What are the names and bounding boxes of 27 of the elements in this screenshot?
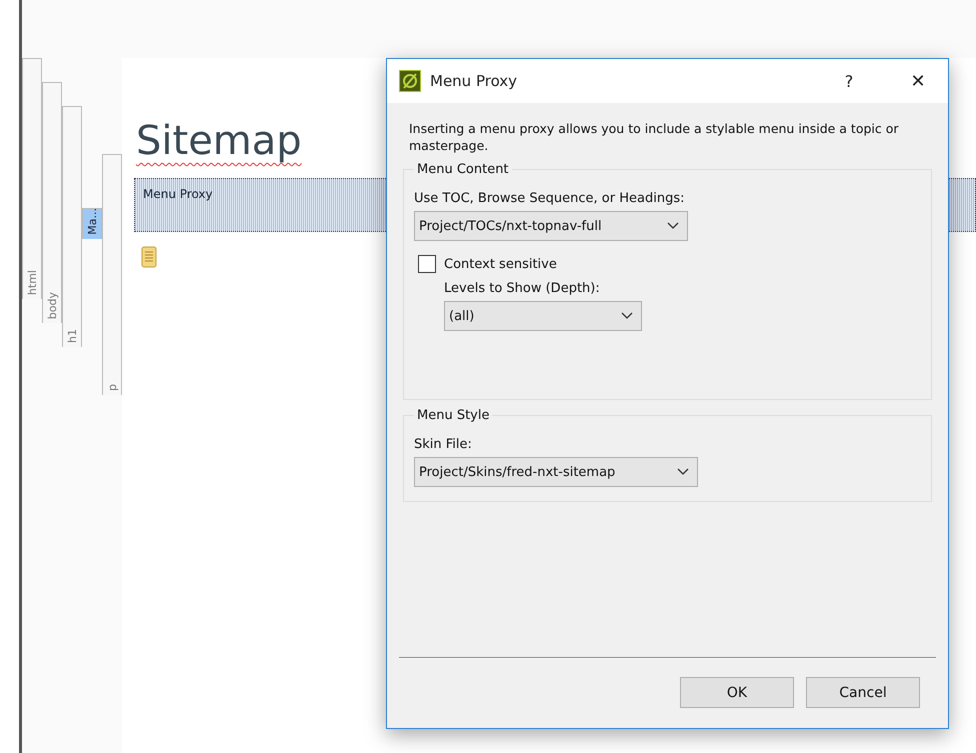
chevron-down-icon <box>677 468 689 476</box>
field-label: Levels to Show (Depth): <box>444 281 601 296</box>
group-title: Menu Content <box>416 162 510 177</box>
app-logo-icon <box>399 70 421 92</box>
chevron-down-icon <box>667 222 679 230</box>
context-sensitive-checkbox[interactable] <box>418 255 436 273</box>
checkbox-label: Context sensitive <box>444 256 557 272</box>
group-title: Menu Style <box>416 408 490 423</box>
page-heading: Sitemap <box>136 118 302 164</box>
dialog-description: Inserting a menu proxy allows you to include a stylable menu inside a topic or masterpage. <box>409 120 899 154</box>
dialog-button[interactable]: OK <box>680 677 794 708</box>
toc-dropdown[interactable]: Project/TOCs/nxt-topnav-full <box>414 211 688 241</box>
dialog-button[interactable]: Cancel <box>806 677 920 708</box>
structure-tag[interactable]: Ma... <box>82 208 102 239</box>
field-label: Use TOC, Browse Sequence, or Headings: <box>414 191 686 206</box>
help-button[interactable]: ? <box>819 59 879 103</box>
dialog-title: Menu Proxy <box>430 72 518 90</box>
chevron-down-icon <box>621 312 633 320</box>
scroll-icon <box>140 246 158 268</box>
field-label: Skin File: <box>414 437 473 452</box>
skin-file-dropdown[interactable]: Project/Skins/fred-nxt-sitemap <box>414 457 698 487</box>
structure-tag[interactable]: body <box>42 82 62 323</box>
levels-dropdown[interactable]: (all) <box>444 301 642 331</box>
structure-tag[interactable]: h1 <box>62 106 82 347</box>
close-button[interactable]: ✕ <box>888 59 948 103</box>
structure-tag[interactable]: html <box>22 58 42 299</box>
structure-tag[interactable]: p <box>102 154 122 395</box>
